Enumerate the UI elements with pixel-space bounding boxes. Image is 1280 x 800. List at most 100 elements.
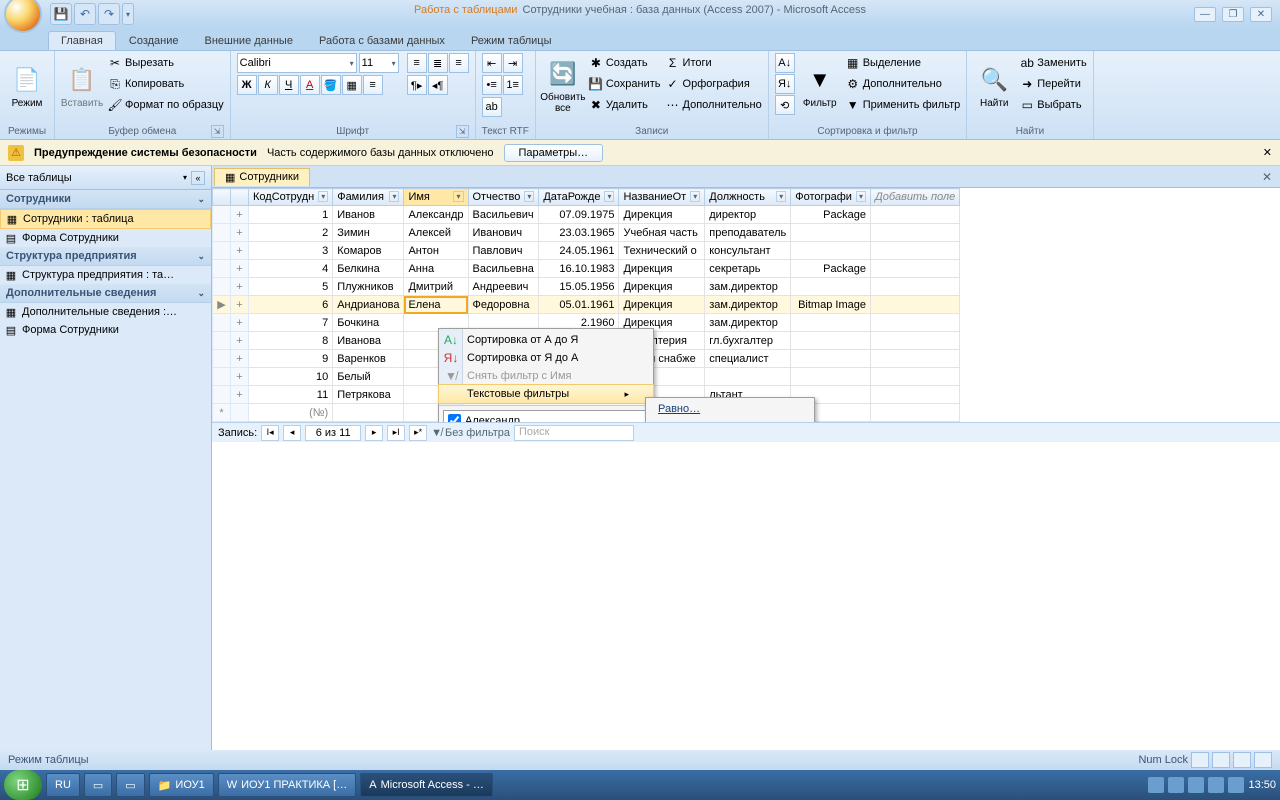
no-filter-indicator[interactable]: ▼̸Без фильтра: [431, 427, 510, 439]
nav-group-employees[interactable]: Сотрудники⌄: [0, 190, 211, 209]
alt-row-button[interactable]: ≡: [363, 75, 383, 95]
security-close-button[interactable]: ✕: [1263, 146, 1272, 159]
cell-id[interactable]: 2: [249, 224, 333, 242]
table-row[interactable]: + 1 Иванов Александр Васильевич 07.09.19…: [213, 206, 960, 224]
tray-icon[interactable]: [1228, 777, 1244, 793]
cell-dob[interactable]: 23.03.1965: [539, 224, 619, 242]
cell-dept[interactable]: Технический о: [619, 242, 705, 260]
expand-button[interactable]: +: [231, 386, 249, 404]
cell-add[interactable]: [870, 350, 959, 368]
cell-lastname[interactable]: Петрякова: [333, 386, 404, 404]
highlight-button[interactable]: ab: [482, 97, 502, 117]
bold-button[interactable]: Ж: [237, 75, 257, 95]
goto-button[interactable]: ➜Перейти: [1019, 74, 1086, 94]
selection-filter-button[interactable]: ▦Выделение: [845, 53, 961, 73]
tray-icon[interactable]: [1148, 777, 1164, 793]
cell-photo[interactable]: [791, 242, 871, 260]
cell-position[interactable]: гл.бухгалтер: [705, 332, 791, 350]
tab-home[interactable]: Главная: [48, 31, 116, 50]
expand-button[interactable]: +: [231, 350, 249, 368]
cell-photo[interactable]: [791, 368, 871, 386]
cell-dept[interactable]: Дирекция: [619, 296, 705, 314]
more-records-button[interactable]: ⋯Дополнительно: [665, 95, 762, 115]
record-position-input[interactable]: [305, 425, 361, 441]
ltr-button[interactable]: ¶▸: [407, 75, 427, 95]
clock[interactable]: 13:50: [1248, 779, 1276, 791]
cell-lastname[interactable]: Белкина: [333, 260, 404, 278]
cell-id[interactable]: 5: [249, 278, 333, 296]
font-color-button[interactable]: A: [300, 75, 320, 95]
cell-dept[interactable]: Дирекция: [619, 206, 705, 224]
cell-midname[interactable]: Федоровна: [468, 296, 539, 314]
text-filters-item[interactable]: Текстовые фильтры▸: [438, 384, 654, 404]
start-button[interactable]: ⊞: [4, 770, 42, 800]
col-midname[interactable]: Отчество▾: [468, 189, 539, 206]
totals-button[interactable]: ΣИтоги: [665, 53, 762, 73]
close-tab-button[interactable]: ✕: [1254, 170, 1280, 184]
cell-position[interactable]: директор: [705, 206, 791, 224]
table-row[interactable]: + 5 Плужников Дмитрий Андреевич 15.05.19…: [213, 278, 960, 296]
cell-lastname[interactable]: Варенков: [333, 350, 404, 368]
quick-launch-1[interactable]: ▭: [84, 773, 112, 797]
view-pivot-button[interactable]: [1212, 752, 1230, 768]
tray-icon[interactable]: [1208, 777, 1224, 793]
col-lastname[interactable]: Фамилия▾: [333, 189, 404, 206]
cell-id[interactable]: 11: [249, 386, 333, 404]
cell-photo[interactable]: [791, 314, 871, 332]
object-tab-employees[interactable]: ▦Сотрудники: [214, 168, 310, 186]
replace-button[interactable]: abЗаменить: [1019, 53, 1086, 73]
advanced-filter-button[interactable]: ⚙Дополнительно: [845, 74, 961, 94]
sort-asc-button[interactable]: A↓: [775, 53, 795, 73]
cell-add[interactable]: [870, 314, 959, 332]
cell-photo[interactable]: Package: [791, 206, 871, 224]
clipboard-launcher[interactable]: ⇲: [211, 125, 224, 138]
datasheet-grid[interactable]: КодСотрудн▾ Фамилия▾ Имя▾ Отчество▾ Дата…: [212, 188, 1280, 422]
col-firstname[interactable]: Имя▾: [404, 189, 468, 206]
cell-lastname[interactable]: Белый: [333, 368, 404, 386]
align-center-button[interactable]: ≣: [428, 53, 448, 73]
cell-lastname[interactable]: Иванов: [333, 206, 404, 224]
nav-header[interactable]: Все таблицы ▾ «: [0, 166, 211, 190]
cell-midname[interactable]: Васильевна: [468, 260, 539, 278]
cell-add[interactable]: [870, 278, 959, 296]
row-selector[interactable]: [213, 224, 231, 242]
cell-add[interactable]: [870, 242, 959, 260]
cell-firstname[interactable]: Алексей: [404, 224, 468, 242]
sort-asc-item[interactable]: A↓Сортировка от А до Я: [439, 331, 653, 349]
row-selector[interactable]: [213, 386, 231, 404]
tab-external-data[interactable]: Внешние данные: [192, 31, 306, 50]
view-design-button[interactable]: [1254, 752, 1272, 768]
cell-photo[interactable]: [791, 224, 871, 242]
cell-add[interactable]: [870, 296, 959, 314]
tab-datasheet[interactable]: Режим таблицы: [458, 31, 565, 50]
filter-equals[interactable]: Равно…: [648, 400, 812, 418]
row-selector[interactable]: [213, 278, 231, 296]
table-row[interactable]: + 4 Белкина Анна Васильевна 16.10.1983 Д…: [213, 260, 960, 278]
cell-midname[interactable]: Васильевич: [468, 206, 539, 224]
sort-desc-button[interactable]: Я↓: [775, 74, 795, 94]
expand-button[interactable]: +: [231, 224, 249, 242]
tray-icon[interactable]: [1188, 777, 1204, 793]
cell-firstname[interactable]: Дмитрий: [404, 278, 468, 296]
sort-desc-item[interactable]: Я↓Сортировка от Я до А: [439, 349, 653, 367]
cell-photo[interactable]: Package: [791, 260, 871, 278]
prev-record-button[interactable]: ◂: [283, 425, 301, 441]
paste-button[interactable]: 📋 Вставить: [61, 53, 103, 119]
tab-create[interactable]: Создание: [116, 31, 192, 50]
view-datasheet-button[interactable]: [1191, 752, 1209, 768]
cell-id[interactable]: 1: [249, 206, 333, 224]
expand-button[interactable]: +: [231, 206, 249, 224]
filter-values-list[interactable]: Александр Алексей Алла Анна Антон Борис …: [443, 410, 649, 422]
align-left-button[interactable]: ≡: [407, 53, 427, 73]
cell-firstname[interactable]: Александр: [404, 206, 468, 224]
row-selector[interactable]: [213, 350, 231, 368]
row-selector[interactable]: [213, 260, 231, 278]
cell-dob[interactable]: 24.05.1961: [539, 242, 619, 260]
cell-id[interactable]: 4: [249, 260, 333, 278]
redo-icon[interactable]: ↷: [98, 3, 120, 25]
cell-photo[interactable]: [791, 350, 871, 368]
view-chart-button[interactable]: [1233, 752, 1251, 768]
view-button[interactable]: 📄 Режим: [6, 53, 48, 119]
cell-add[interactable]: [870, 224, 959, 242]
col-position[interactable]: Должность▾: [705, 189, 791, 206]
